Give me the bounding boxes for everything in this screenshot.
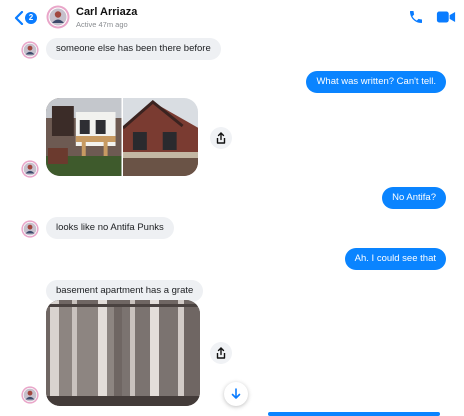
photo-attachment-group[interactable] — [46, 98, 198, 176]
phone-icon[interactable] — [408, 9, 424, 25]
back-button[interactable]: 2 — [14, 8, 40, 28]
message-bubble-outgoing[interactable]: No Antifa? — [382, 187, 446, 209]
message-bubble-incoming[interactable]: someone else has been there before — [46, 38, 221, 60]
contact-avatar[interactable] — [46, 5, 70, 29]
sender-avatar[interactable] — [21, 160, 39, 178]
message-bubble-incoming[interactable]: basement apartment has a grate — [46, 280, 204, 302]
share-button[interactable] — [210, 342, 232, 364]
sender-avatar[interactable] — [21, 386, 39, 404]
arrow-down-icon — [231, 388, 241, 399]
house-photo[interactable] — [46, 98, 122, 176]
share-button[interactable] — [210, 127, 232, 149]
message-bubble-outgoing[interactable]: Ah. I could see that — [344, 248, 446, 270]
share-icon — [216, 132, 226, 144]
chevron-left-icon — [14, 11, 24, 25]
unread-count-badge: 2 — [25, 12, 37, 24]
conversation-header: 2 Carl Arriaza Active 47m ago — [0, 0, 464, 36]
sender-avatar[interactable] — [21, 41, 39, 59]
contact-status: Active 47m ago — [76, 20, 128, 29]
sender-avatar[interactable] — [21, 220, 39, 238]
share-icon — [216, 347, 226, 359]
house-photo[interactable] — [122, 98, 199, 176]
composer-edge — [268, 412, 440, 416]
message-bubble-outgoing[interactable]: What was written? Can't tell. — [306, 71, 446, 93]
grate-photo-image — [46, 300, 200, 406]
contact-name[interactable]: Carl Arriaza — [76, 6, 137, 18]
grate-photo[interactable] — [46, 300, 200, 406]
scroll-to-bottom-button[interactable] — [224, 382, 248, 406]
message-bubble-incoming[interactable]: looks like no Antifa Punks — [46, 217, 174, 239]
video-camera-icon[interactable] — [436, 10, 456, 24]
